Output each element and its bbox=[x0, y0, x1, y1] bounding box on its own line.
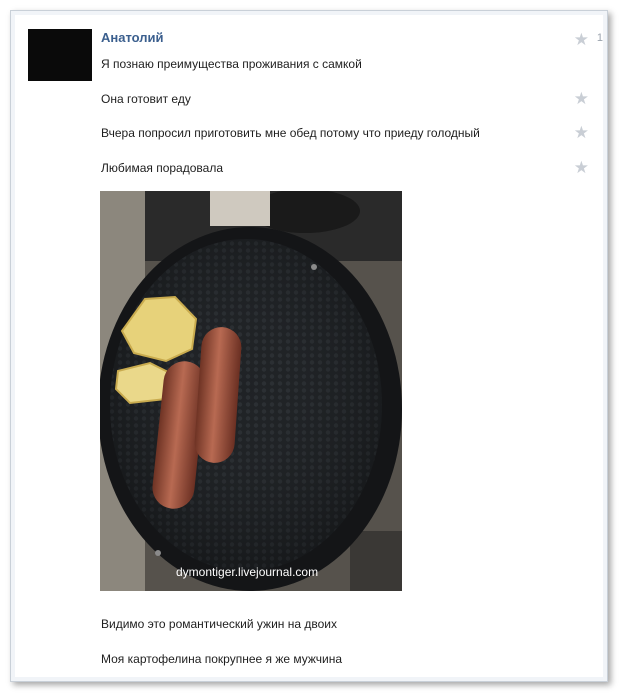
star-icon[interactable]: ★ bbox=[574, 124, 589, 141]
star-icon[interactable]: ★ bbox=[574, 31, 589, 48]
message-3: Вчера попросил приготовить мне обед пото… bbox=[101, 126, 480, 140]
photo-watermark: dymontiger.livejournal.com bbox=[176, 565, 319, 579]
star-icon[interactable]: ★ bbox=[574, 90, 589, 107]
screenshot-frame: Анатолий ★ 1 Я познаю преимущества прожи… bbox=[10, 10, 608, 682]
attached-photo[interactable]: dymontiger.livejournal.com bbox=[100, 191, 402, 591]
message-1: Я познаю преимущества проживания с самко… bbox=[101, 57, 362, 71]
frying-pan-illustration bbox=[100, 191, 402, 591]
author-name[interactable]: Анатолий bbox=[101, 30, 164, 45]
message-4: Любимая порадовала bbox=[101, 161, 223, 175]
message-2: Она готовит еду bbox=[101, 92, 191, 106]
like-count: 1 bbox=[596, 32, 603, 44]
message-feed: Анатолий ★ 1 Я познаю преимущества прожи… bbox=[15, 15, 603, 677]
message-6: Моя картофелина покрупнее я же мужчина bbox=[101, 652, 343, 666]
star-icon[interactable]: ★ bbox=[574, 159, 589, 176]
message-5: Видимо это романтический ужин на двоих bbox=[101, 617, 337, 631]
avatar[interactable] bbox=[28, 29, 92, 81]
